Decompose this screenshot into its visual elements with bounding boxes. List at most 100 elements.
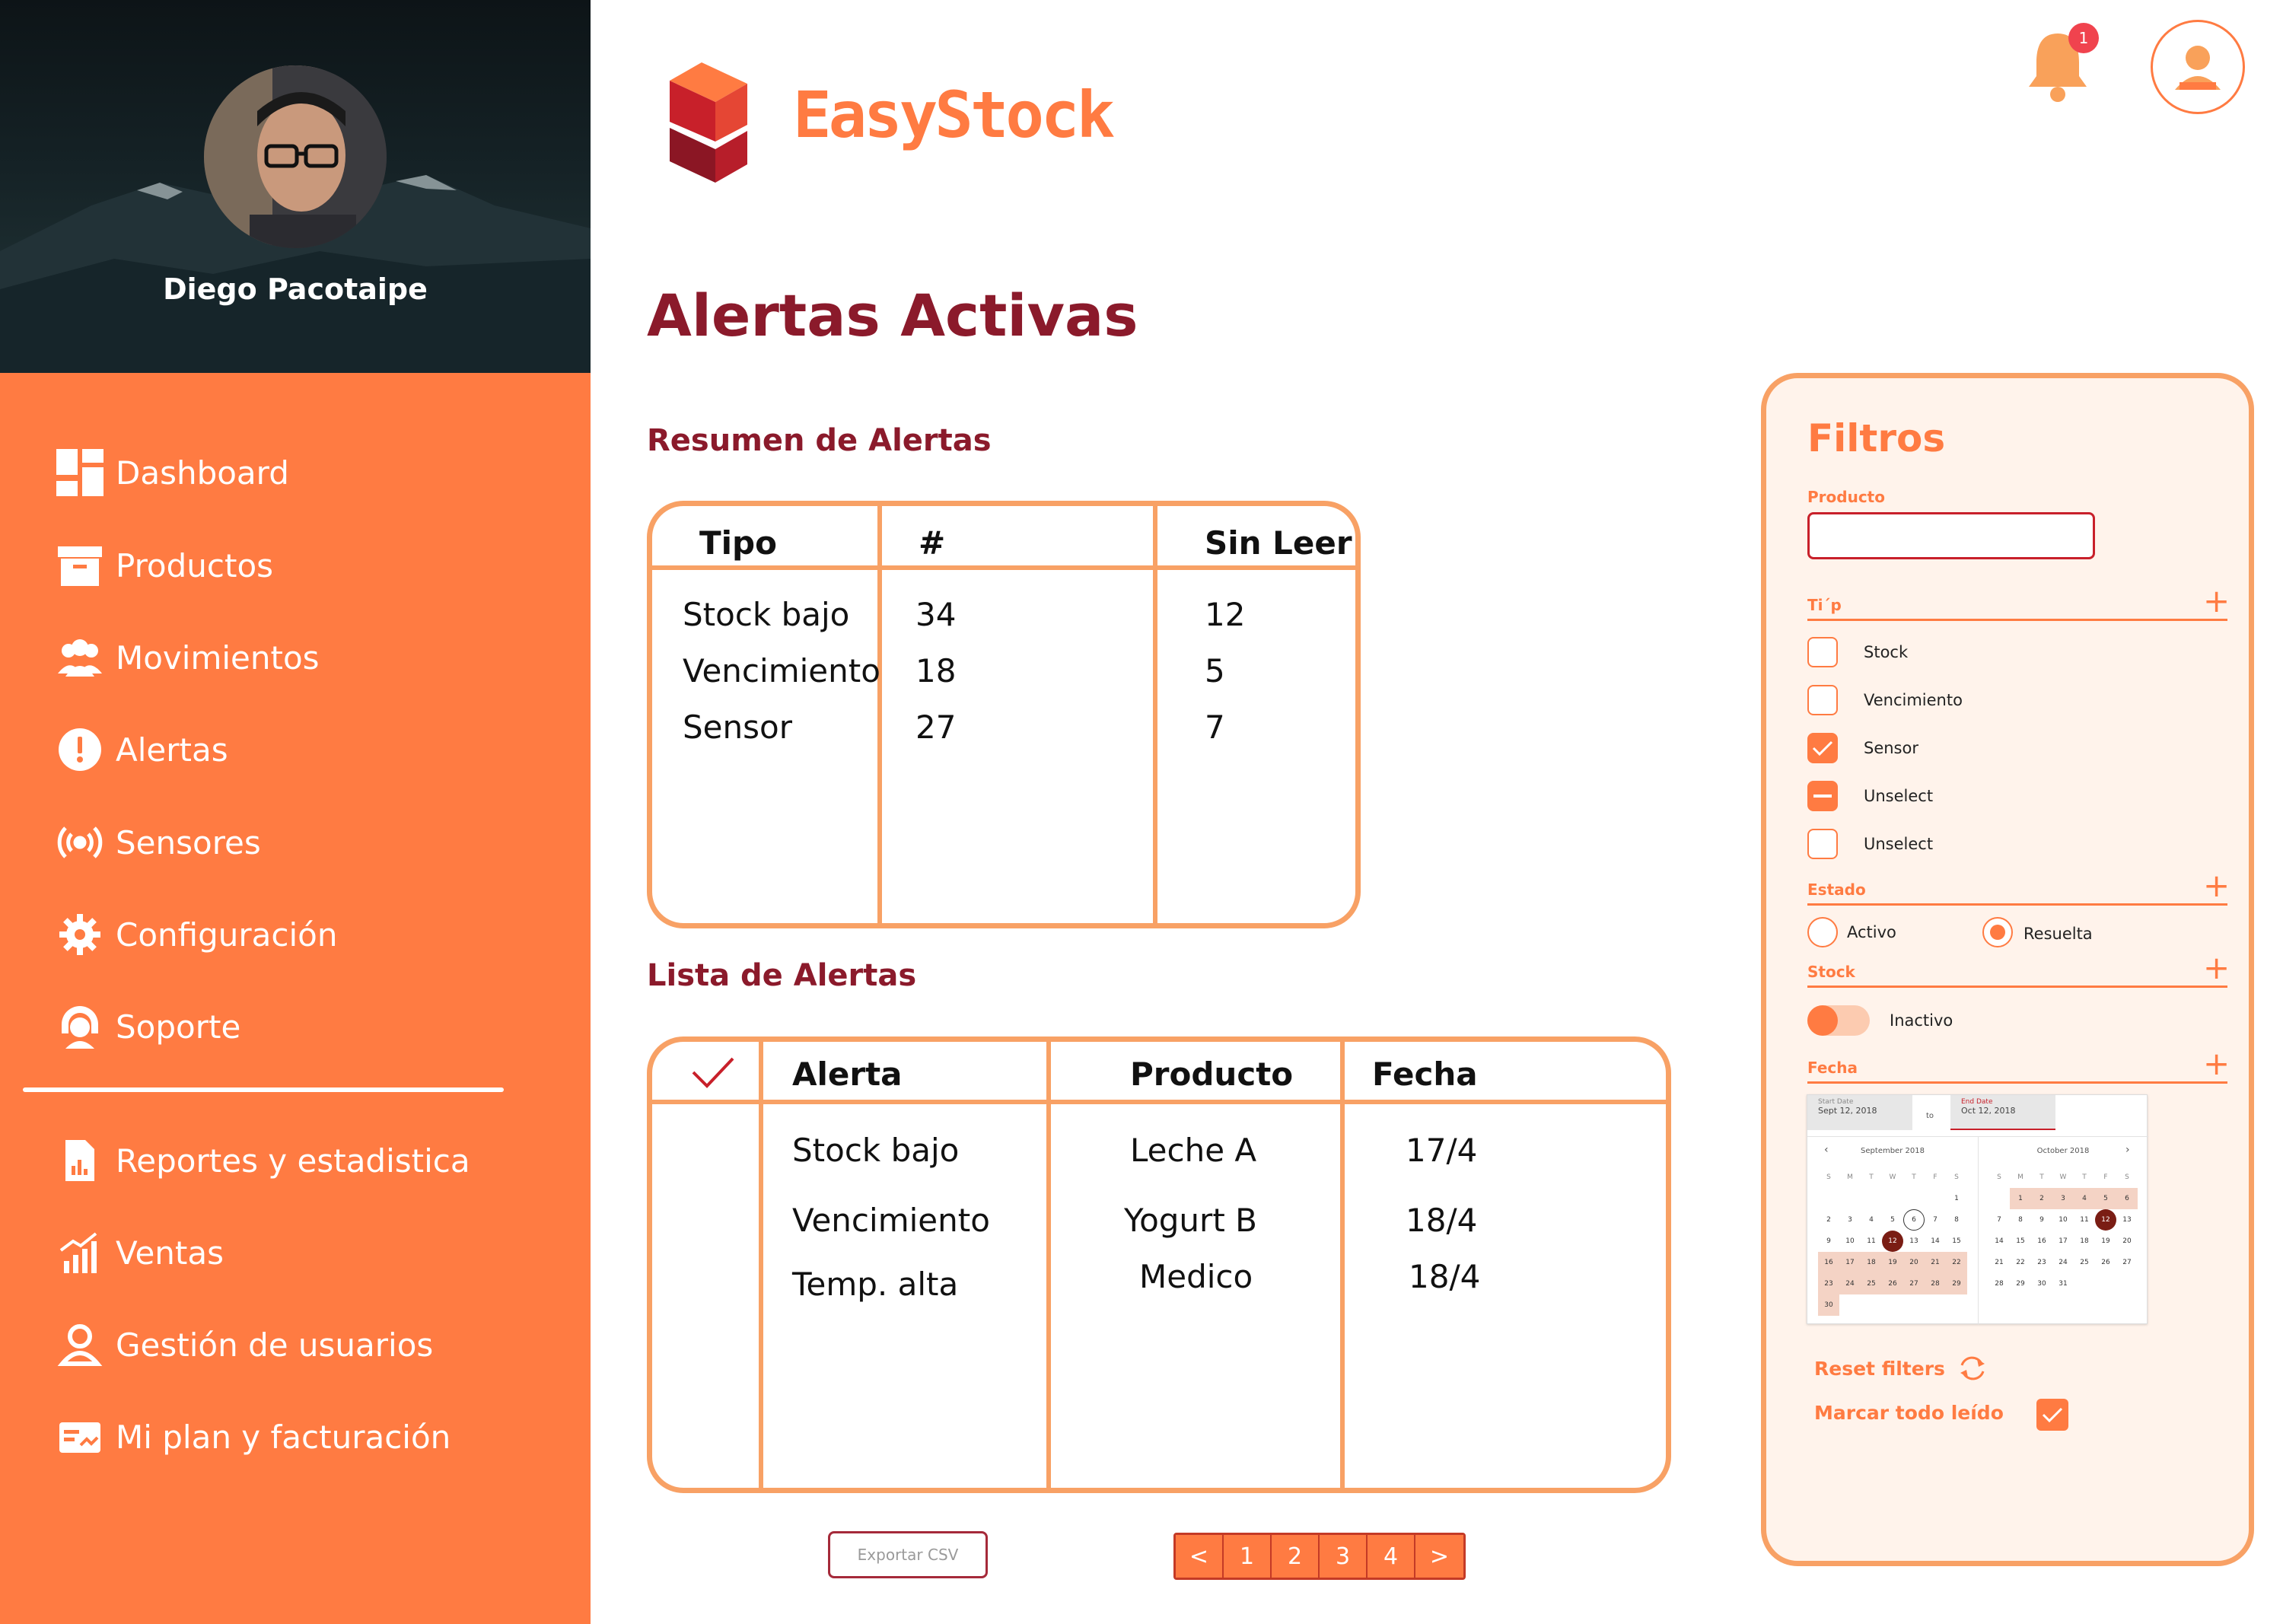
calendar-day[interactable]: 20 bbox=[2116, 1231, 2138, 1252]
calendar-day[interactable]: 2 bbox=[1818, 1209, 1839, 1231]
calendar-day[interactable]: 16 bbox=[1818, 1252, 1839, 1273]
calendar-day[interactable]: 30 bbox=[2031, 1273, 2052, 1294]
calendar-day[interactable]: 28 bbox=[1988, 1273, 2010, 1294]
nav-item-dashboard[interactable]: Dashboard bbox=[55, 446, 289, 499]
nav-item-ventas[interactable]: Ventas bbox=[55, 1226, 224, 1279]
calendar-day[interactable]: 29 bbox=[2010, 1273, 2031, 1294]
nav-item-reportes[interactable]: Reportes y estadistica bbox=[55, 1134, 470, 1187]
calendar-day[interactable]: 13 bbox=[2116, 1209, 2138, 1231]
nav-item-soporte[interactable]: Soporte bbox=[55, 1000, 240, 1053]
calendar-day[interactable]: 31 bbox=[2052, 1273, 2074, 1294]
export-csv-button[interactable]: Exportar CSV bbox=[828, 1531, 988, 1578]
calendar-day[interactable]: 27 bbox=[1903, 1273, 1925, 1294]
calendar-day[interactable]: 23 bbox=[1818, 1273, 1839, 1294]
calendar-day[interactable]: 23 bbox=[2031, 1252, 2052, 1273]
notification-button[interactable]: 1 bbox=[2018, 20, 2099, 105]
calendar-day[interactable]: 4 bbox=[2074, 1188, 2095, 1209]
calendar-day[interactable]: 14 bbox=[1988, 1231, 2010, 1252]
calendar-day[interactable]: 19 bbox=[1882, 1252, 1903, 1273]
filter-tipo-checkbox-unselect-1[interactable] bbox=[1807, 781, 1838, 811]
mark-all-read-checkbox[interactable] bbox=[2036, 1399, 2068, 1431]
calendar-day[interactable]: 6 bbox=[1903, 1209, 1925, 1231]
calendar-day[interactable]: 10 bbox=[2052, 1209, 2074, 1231]
calendar-day[interactable]: 4 bbox=[1861, 1209, 1882, 1231]
nav-item-sensores[interactable]: Sensores bbox=[55, 816, 261, 869]
calendar-day[interactable]: 3 bbox=[1839, 1209, 1861, 1231]
pagination-page-3[interactable]: 3 bbox=[1320, 1535, 1368, 1578]
filter-tipo-expand-icon[interactable]: + bbox=[2203, 585, 2230, 617]
filter-tipo-checkbox-sensor[interactable] bbox=[1807, 733, 1838, 763]
nav-item-movimientos[interactable]: Movimientos bbox=[55, 631, 320, 684]
filter-stock-expand-icon[interactable]: + bbox=[2203, 952, 2230, 984]
calendar-day[interactable]: 22 bbox=[1946, 1252, 1967, 1273]
filter-tipo-checkbox-vencimiento[interactable] bbox=[1807, 685, 1838, 715]
pagination-page-1[interactable]: 1 bbox=[1224, 1535, 1272, 1578]
calendar-day[interactable]: 25 bbox=[1861, 1273, 1882, 1294]
calendar-day[interactable]: 26 bbox=[2095, 1252, 2116, 1273]
calendar-day[interactable]: 25 bbox=[2074, 1252, 2095, 1273]
filter-tipo-checkbox-unselect-2[interactable] bbox=[1807, 829, 1838, 859]
calendar-day[interactable]: 22 bbox=[2010, 1252, 2031, 1273]
nav-item-configuracion[interactable]: Configuración bbox=[55, 908, 337, 961]
filter-estado-radio-resuelta[interactable] bbox=[1982, 917, 2013, 947]
calendar-day[interactable]: 29 bbox=[1946, 1273, 1967, 1294]
calendar-day[interactable]: 13 bbox=[1903, 1231, 1925, 1252]
calendar-day[interactable]: 8 bbox=[1946, 1209, 1967, 1231]
calendar-day[interactable]: 16 bbox=[2031, 1231, 2052, 1252]
calendar-day[interactable]: 18 bbox=[1861, 1252, 1882, 1273]
pagination-next[interactable]: > bbox=[1415, 1535, 1463, 1578]
calendar-day[interactable]: 21 bbox=[1988, 1252, 2010, 1273]
select-all-check-icon[interactable] bbox=[690, 1056, 736, 1091]
filter-fecha-expand-icon[interactable]: + bbox=[2203, 1048, 2230, 1080]
calendar-day[interactable]: 3 bbox=[2052, 1188, 2074, 1209]
pagination-page-2[interactable]: 2 bbox=[1272, 1535, 1320, 1578]
calendar-day[interactable]: 12 bbox=[1882, 1231, 1903, 1252]
pagination-prev[interactable]: < bbox=[1176, 1535, 1224, 1578]
calendar-left-grid[interactable]: S M T W T F S 1 2 3 4 5 6 7 8 9 10 11 12 13 14 15 16 17 18 19 20 21… bbox=[1818, 1167, 1967, 1316]
calendar-day[interactable]: 17 bbox=[2052, 1231, 2074, 1252]
calendar-day[interactable]: 12 bbox=[2095, 1209, 2116, 1231]
calendar-day[interactable]: 18 bbox=[2074, 1231, 2095, 1252]
calendar-day[interactable]: 11 bbox=[2074, 1209, 2095, 1231]
calendar-day[interactable]: 9 bbox=[2031, 1209, 2052, 1231]
calendar-day[interactable]: 9 bbox=[1818, 1231, 1839, 1252]
calendar-day[interactable]: 30 bbox=[1818, 1294, 1839, 1316]
calendar-day[interactable]: 11 bbox=[1861, 1231, 1882, 1252]
avatar[interactable] bbox=[204, 65, 387, 248]
filter-stock-toggle[interactable] bbox=[1807, 1005, 1870, 1036]
calendar-day[interactable]: 17 bbox=[1839, 1252, 1861, 1273]
calendar-day[interactable]: 1 bbox=[1946, 1188, 1967, 1209]
calendar-day[interactable]: 7 bbox=[1988, 1209, 2010, 1231]
calendar-day[interactable]: 24 bbox=[2052, 1252, 2074, 1273]
nav-item-productos[interactable]: Productos bbox=[55, 539, 273, 592]
calendar-day[interactable]: 2 bbox=[2031, 1188, 2052, 1209]
calendar-day[interactable]: 14 bbox=[1925, 1231, 1946, 1252]
nav-item-usuarios[interactable]: Gestión de usuarios bbox=[55, 1318, 433, 1371]
filter-estado-radio-activo[interactable] bbox=[1807, 917, 1838, 947]
calendar-day[interactable]: 26 bbox=[1882, 1273, 1903, 1294]
pagination-page-4[interactable]: 4 bbox=[1368, 1535, 1415, 1578]
nav-item-facturacion[interactable]: Mi plan y facturación bbox=[55, 1410, 451, 1463]
calendar-day[interactable]: 15 bbox=[1946, 1231, 1967, 1252]
calendar-day[interactable]: 6 bbox=[2116, 1188, 2138, 1209]
calendar-day[interactable]: 7 bbox=[1925, 1209, 1946, 1231]
filter-estado-expand-icon[interactable]: + bbox=[2203, 870, 2230, 902]
calendar-day[interactable]: 27 bbox=[2116, 1252, 2138, 1273]
calendar-day[interactable]: 5 bbox=[2095, 1188, 2116, 1209]
calendar-day[interactable]: 24 bbox=[1839, 1273, 1861, 1294]
nav-item-alertas[interactable]: Alertas bbox=[55, 723, 228, 776]
user-menu-button[interactable] bbox=[2151, 20, 2245, 114]
reset-filters-button[interactable]: Reset filters bbox=[1814, 1355, 1988, 1382]
calendar-day[interactable]: 21 bbox=[1925, 1252, 1946, 1273]
filter-producto-input[interactable] bbox=[1807, 512, 2095, 559]
calendar-day[interactable]: 20 bbox=[1903, 1252, 1925, 1273]
calendar-day[interactable]: 5 bbox=[1882, 1209, 1903, 1231]
calendar-right-grid[interactable]: S M T W T F S 1 2 3 4 5 6 7 8 9 10 11 12 13 14 15 16 17 18 19 20 21… bbox=[1988, 1167, 2138, 1294]
calendar-day[interactable]: 8 bbox=[2010, 1209, 2031, 1231]
calendar-day[interactable]: 19 bbox=[2095, 1231, 2116, 1252]
calendar-day[interactable]: 28 bbox=[1925, 1273, 1946, 1294]
calendar-day[interactable]: 1 bbox=[2010, 1188, 2031, 1209]
filter-tipo-checkbox-stock[interactable] bbox=[1807, 637, 1838, 667]
end-date-field[interactable]: End Date Oct 12, 2018 bbox=[1950, 1095, 2055, 1130]
calendar-day[interactable]: 10 bbox=[1839, 1231, 1861, 1252]
